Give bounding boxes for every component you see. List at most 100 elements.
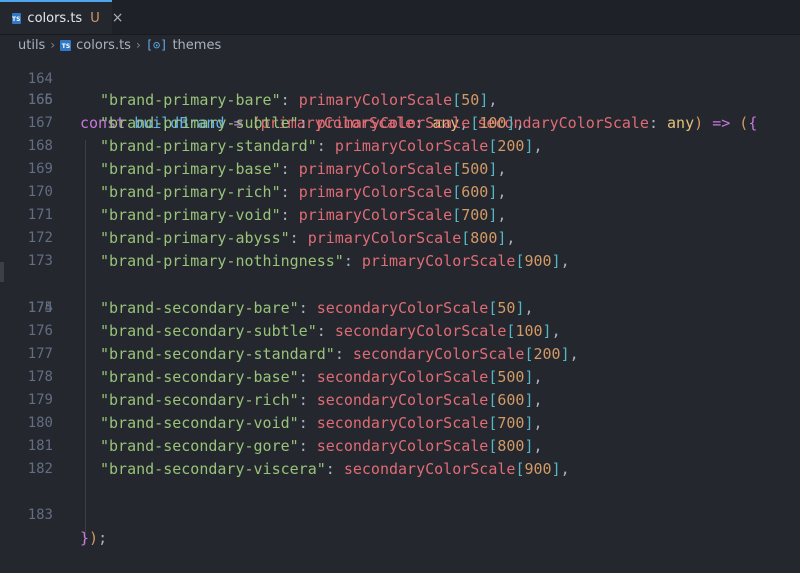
code-text: "brand-primary-bare": primaryColorScale[… <box>100 91 498 109</box>
code-line: 174 <box>0 274 800 316</box>
line-number: 172 <box>27 230 53 246</box>
index-value: 700 <box>497 414 525 432</box>
property-key: "brand-secondary-standard" <box>100 345 335 363</box>
object-ref: primaryColorScale <box>316 114 471 132</box>
object-ref: secondaryColorScale <box>316 414 489 432</box>
code-text: "brand-secondary-standard": secondaryCol… <box>100 345 579 363</box>
line-number: 167 <box>27 115 53 131</box>
line-number: 183 <box>27 507 53 523</box>
code-line: 171 "brand-primary-void": primaryColorSca… <box>0 204 800 227</box>
property-key: "brand-secondary-subtle" <box>100 322 317 340</box>
property-key: "brand-secondary-gore" <box>100 437 299 455</box>
code-line: 165 const buildBrand = (primaryColorScal… <box>0 66 800 132</box>
index-value: 100 <box>515 322 543 340</box>
line-number: 180 <box>27 415 53 431</box>
object-ref: primaryColorScale <box>334 137 489 155</box>
line-number: 177 <box>27 346 53 362</box>
code-text: "brand-secondary-subtle": secondaryColor… <box>100 322 561 340</box>
index-value: 500 <box>497 368 525 386</box>
code-line: 178 "brand-secondary-base": secondaryColo… <box>0 366 800 389</box>
line-number: 168 <box>27 138 53 154</box>
line-number: 182 <box>27 461 53 477</box>
index-value: 50 <box>461 91 480 109</box>
tab-bar: TS colors.ts U × <box>0 0 800 35</box>
code-line: 166 "brand-primary-bare": primaryColorSca… <box>0 89 800 112</box>
code-text: "brand-secondary-rich": secondaryColorSc… <box>100 391 543 409</box>
object-ref: primaryColorScale <box>298 183 453 201</box>
code-line: 176 "brand-secondary-subtle": secondaryCo… <box>0 320 800 343</box>
index-value: 100 <box>479 114 507 132</box>
typescript-file-icon: TS <box>12 12 22 24</box>
code-line: 175 "brand-secondary-bare": secondaryColo… <box>0 297 800 320</box>
code-text: "brand-primary-standard": primaryColorSc… <box>100 137 543 155</box>
object-ref: primaryColorScale <box>307 229 462 247</box>
object-ref: secondaryColorScale <box>316 368 489 386</box>
index-value: 900 <box>524 252 552 270</box>
property-key: "brand-primary-abyss" <box>100 229 290 247</box>
line-number: 179 <box>27 392 53 408</box>
line-number: 173 <box>27 253 53 269</box>
tab-filename: colors.ts <box>27 10 83 26</box>
index-value: 700 <box>461 206 489 224</box>
code-text: "brand-secondary-void": secondaryColorSc… <box>100 414 543 432</box>
index-value: 900 <box>524 460 552 478</box>
property-key: "brand-secondary-rich" <box>100 391 299 409</box>
property-key: "brand-primary-subtle" <box>100 114 299 132</box>
index-value: 200 <box>497 137 525 155</box>
code-line: 180 "brand-secondary-void": secondaryColo… <box>0 412 800 435</box>
property-key: "brand-primary-void" <box>100 206 281 224</box>
index-value: 200 <box>533 345 561 363</box>
object-ref: secondaryColorScale <box>352 345 525 363</box>
object-ref: secondaryColorScale <box>343 460 516 478</box>
line-number: 181 <box>27 438 53 454</box>
code-text: "brand-secondary-viscera": secondaryColo… <box>100 460 570 478</box>
tab-colors-ts[interactable]: TS colors.ts U × <box>0 0 123 34</box>
property-key: "brand-primary-rich" <box>100 183 281 201</box>
code-editor[interactable]: 164 165 const buildBrand = (primaryColor… <box>0 56 800 547</box>
index-value: 500 <box>461 160 489 178</box>
index-value: 600 <box>497 391 525 409</box>
property-key: "brand-secondary-base" <box>100 368 299 386</box>
code-line: 173 "brand-primary-nothingness": primaryC… <box>0 250 800 273</box>
code-text: "brand-primary-void": primaryColorScale[… <box>100 206 507 224</box>
object-ref: primaryColorScale <box>298 160 453 178</box>
code-line: 170 "brand-primary-rich": primaryColorSca… <box>0 181 800 204</box>
code-line: 182 "brand-secondary-viscera": secondaryC… <box>0 458 800 481</box>
code-line: 169 "brand-primary-base": primaryColorSca… <box>0 158 800 181</box>
code-line: 167 "brand-primary-subtle": primaryColorS… <box>0 112 800 135</box>
code-line: 179 "brand-secondary-rich": secondaryColo… <box>0 389 800 412</box>
code-line: 164 <box>0 45 800 87</box>
property-key: "brand-primary-base" <box>100 160 281 178</box>
line-number: 170 <box>27 184 53 200</box>
object-ref: primaryColorScale <box>298 91 453 109</box>
line-number: 169 <box>27 161 53 177</box>
code-line: 168 "brand-primary-standard": primaryColo… <box>0 135 800 158</box>
index-value: 800 <box>497 437 525 455</box>
code-text: }); <box>80 529 108 547</box>
index-value: 800 <box>470 229 498 247</box>
property-key: "brand-secondary-bare" <box>100 299 299 317</box>
tab-git-status: U <box>90 10 100 26</box>
code-text: "brand-primary-abyss": primaryColorScale… <box>100 229 516 247</box>
code-text: "brand-secondary-gore": secondaryColorSc… <box>100 437 543 455</box>
close-icon[interactable]: × <box>112 10 124 26</box>
code-text: "brand-secondary-bare": secondaryColorSc… <box>100 299 534 317</box>
object-ref: secondaryColorScale <box>316 299 489 317</box>
line-number: 176 <box>27 323 53 339</box>
line-number: 166 <box>27 92 53 108</box>
code-text: "brand-secondary-base": secondaryColorSc… <box>100 368 543 386</box>
property-key: "brand-secondary-void" <box>100 414 299 432</box>
code-text: "brand-primary-subtle": primaryColorScal… <box>100 114 525 132</box>
code-line: 172 "brand-primary-abyss": primaryColorSc… <box>0 227 800 250</box>
property-key: "brand-primary-bare" <box>100 91 281 109</box>
property-key: "brand-primary-standard" <box>100 137 317 155</box>
code-text: "brand-primary-base": primaryColorScale[… <box>100 160 507 178</box>
code-line: 183 }); <box>0 481 800 547</box>
object-ref: secondaryColorScale <box>334 322 507 340</box>
object-ref: secondaryColorScale <box>316 437 489 455</box>
object-ref: secondaryColorScale <box>316 391 489 409</box>
index-value: 600 <box>461 183 489 201</box>
line-number: 178 <box>27 369 53 385</box>
property-key: "brand-secondary-viscera" <box>100 460 326 478</box>
property-key: "brand-primary-nothingness" <box>100 252 344 270</box>
